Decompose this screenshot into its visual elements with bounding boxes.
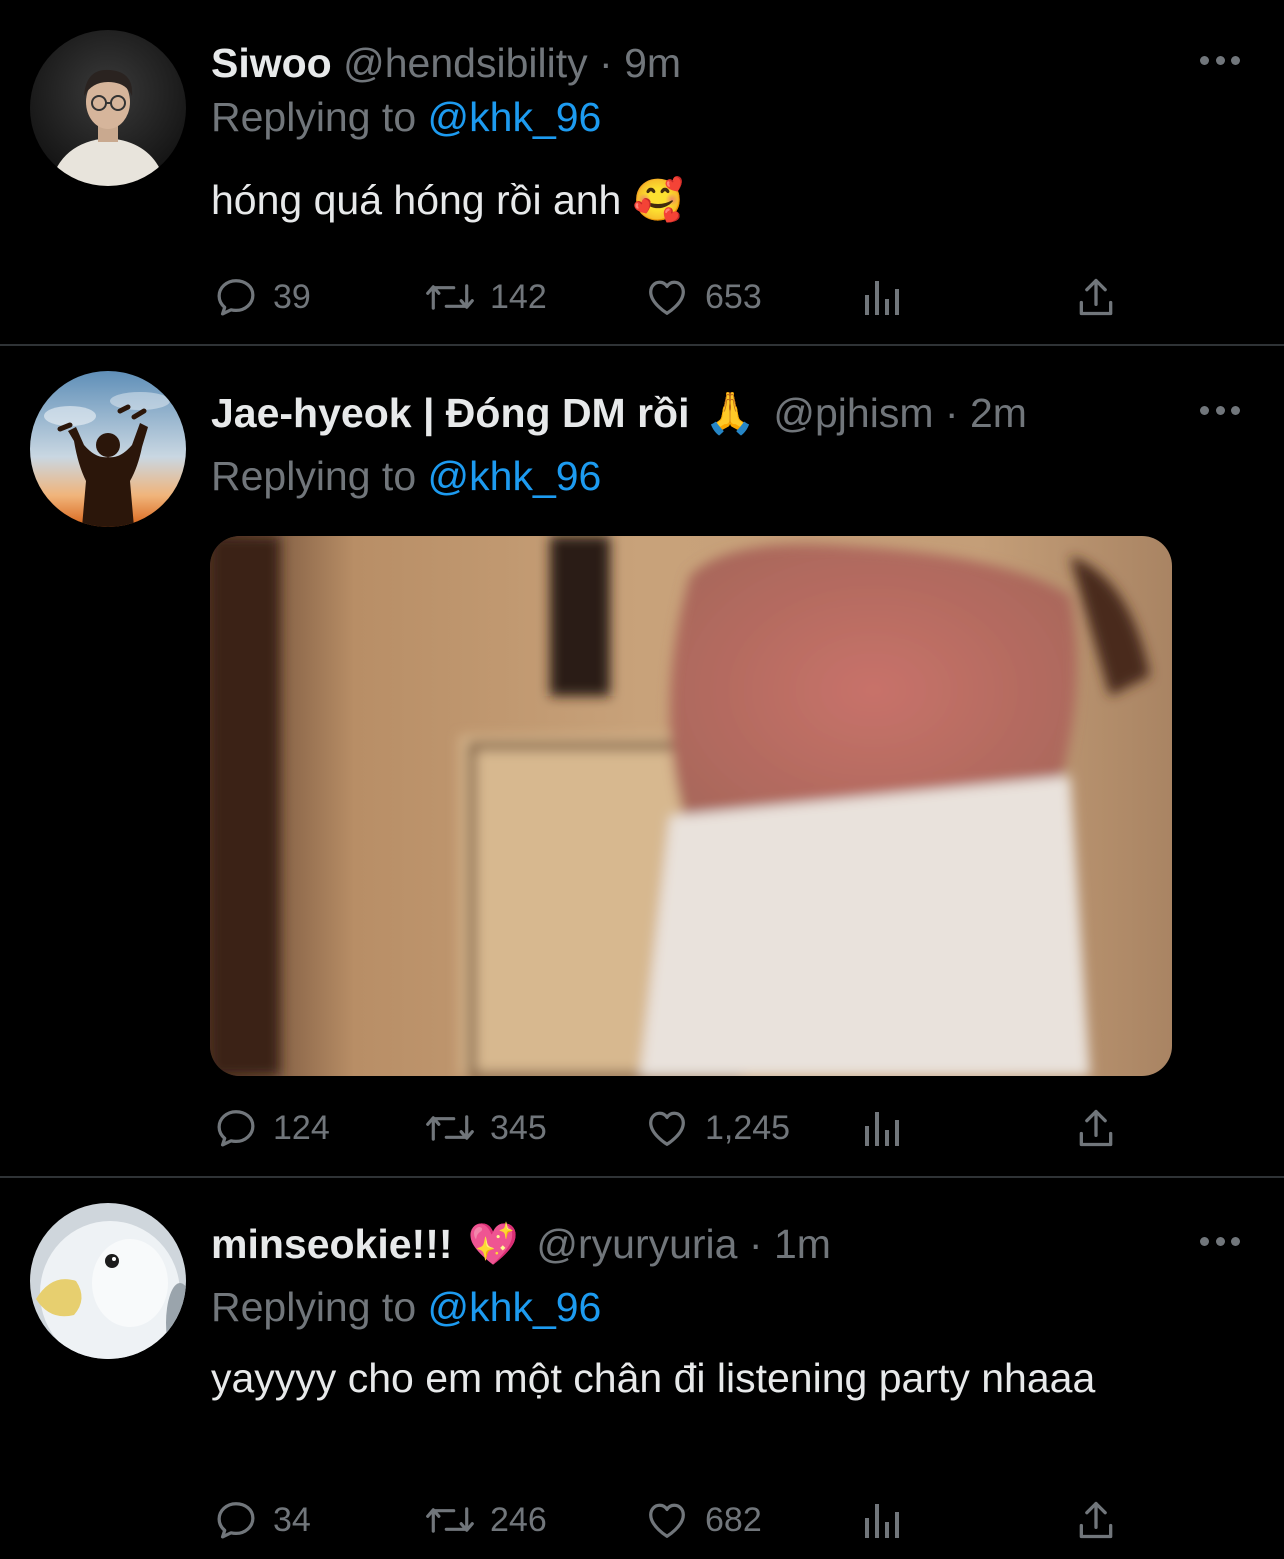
retweet-icon — [426, 284, 474, 310]
display-name[interactable]: Siwoo — [211, 40, 332, 86]
user-handle[interactable]: @pjhism — [773, 390, 933, 436]
retweet-count: 345 — [490, 1108, 547, 1147]
reply-button[interactable]: 39 — [213, 272, 311, 322]
mention-link[interactable]: @khk_96 — [428, 453, 602, 499]
tweet-header: minseokie!!! 💖 @ryuryuria · 1m — [211, 1220, 831, 1268]
retweet-button[interactable]: 246 — [424, 1495, 547, 1545]
separator: · — [944, 390, 959, 436]
display-name[interactable]: Jae-hyeok | Đóng DM rồi — [211, 390, 690, 436]
tweet-text-content: hóng quá hóng rồi anh — [211, 177, 622, 223]
mention-link[interactable]: @khk_96 — [428, 1284, 602, 1330]
like-count: 682 — [705, 1500, 762, 1539]
separator: · — [748, 1221, 763, 1267]
praying-hands-emoji-icon: 🙏 — [704, 390, 756, 436]
retweet-button[interactable]: 142 — [424, 272, 547, 322]
penguin-plush-avatar-icon — [30, 1203, 186, 1359]
mention-link[interactable]: @khk_96 — [428, 94, 602, 140]
analytics-button[interactable] — [861, 1103, 901, 1153]
tweet-text: hóng quá hóng rồi anh 🥰 — [211, 173, 1191, 227]
replying-to: Replying to @khk_96 — [211, 93, 601, 141]
reply-icon — [217, 1502, 255, 1539]
analytics-icon — [865, 1504, 899, 1538]
tweet-actions: 124 345 1,245 — [211, 1103, 1131, 1153]
analytics-button[interactable] — [861, 272, 901, 322]
sparkling-heart-emoji-icon: 💖 — [467, 1221, 519, 1267]
reply-count: 34 — [273, 1500, 311, 1539]
replying-to-label: Replying to — [211, 94, 417, 140]
tweet-jae-hyeok[interactable]: Jae-hyeok | Đóng DM rồi 🙏 @pjhism · 2m R… — [0, 346, 1284, 1176]
retweet-count: 246 — [490, 1500, 547, 1539]
smiling-hearts-emoji-icon: 🥰 — [632, 177, 684, 223]
analytics-icon — [865, 281, 899, 315]
share-icon — [1079, 278, 1113, 316]
like-button[interactable]: 682 — [643, 1495, 762, 1545]
more-options-icon[interactable] — [1200, 404, 1240, 416]
avatar[interactable] — [30, 1203, 186, 1359]
timestamp[interactable]: 2m — [970, 390, 1027, 436]
reply-icon — [217, 1110, 255, 1147]
share-button[interactable] — [1075, 1103, 1117, 1153]
like-count: 1,245 — [705, 1108, 791, 1147]
tweet-actions: 39 142 653 — [211, 272, 1131, 322]
replying-to: Replying to @khk_96 — [211, 1283, 601, 1331]
retweet-count: 142 — [490, 277, 547, 316]
replying-to-label: Replying to — [211, 453, 417, 499]
heart-icon — [649, 1111, 685, 1146]
like-button[interactable]: 1,245 — [643, 1103, 790, 1153]
silhouette-broken-chains-avatar-icon — [30, 371, 186, 527]
share-icon — [1079, 1109, 1113, 1147]
reply-count: 124 — [273, 1108, 330, 1147]
reply-icon — [217, 279, 255, 316]
replying-to: Replying to @khk_96 — [211, 452, 601, 500]
share-button[interactable] — [1075, 1495, 1117, 1545]
reply-count: 39 — [273, 277, 311, 316]
reply-button[interactable]: 124 — [213, 1103, 330, 1153]
separator: · — [599, 40, 613, 86]
tweet-media-gif[interactable] — [210, 536, 1172, 1076]
like-button[interactable]: 653 — [643, 272, 762, 322]
share-icon — [1079, 1501, 1113, 1539]
timestamp[interactable]: 9m — [624, 40, 681, 86]
more-options-icon[interactable] — [1200, 1235, 1240, 1247]
more-options-icon[interactable] — [1200, 54, 1240, 66]
analytics-button[interactable] — [861, 1495, 901, 1545]
share-button[interactable] — [1075, 272, 1117, 322]
avatar[interactable] — [30, 371, 186, 527]
retweet-icon — [426, 1115, 474, 1141]
replying-to-label: Replying to — [211, 1284, 417, 1330]
heart-icon — [649, 280, 685, 315]
tweet-siwoo[interactable]: Siwoo @hendsibility · 9m Replying to @kh… — [0, 0, 1284, 344]
analytics-icon — [865, 1112, 899, 1146]
display-name[interactable]: minseokie!!! — [211, 1221, 453, 1267]
retweet-button[interactable]: 345 — [424, 1103, 547, 1153]
tweet-text-content: yayyyy cho em một chân đi listening part… — [211, 1355, 1096, 1401]
tweet-header: Siwoo @hendsibility · 9m — [211, 39, 681, 87]
blurred-gif-image-icon — [210, 536, 1172, 1076]
reply-button[interactable]: 34 — [213, 1495, 311, 1545]
timestamp[interactable]: 1m — [774, 1221, 831, 1267]
tweet-minseokie[interactable]: minseokie!!! 💖 @ryuryuria · 1m Replying … — [0, 1178, 1284, 1559]
user-handle[interactable]: @hendsibility — [343, 40, 587, 86]
tweet-actions: 34 246 682 — [211, 1495, 1131, 1545]
person-photo-avatar-icon — [30, 30, 186, 186]
avatar[interactable] — [30, 30, 186, 186]
like-count: 653 — [705, 277, 762, 316]
retweet-icon — [426, 1507, 474, 1533]
user-handle[interactable]: @ryuryuria — [536, 1221, 737, 1267]
tweet-header: Jae-hyeok | Đóng DM rồi 🙏 @pjhism · 2m — [211, 389, 1027, 437]
tweet-text: yayyyy cho em một chân đi listening part… — [211, 1351, 1141, 1405]
heart-icon — [649, 1503, 685, 1538]
